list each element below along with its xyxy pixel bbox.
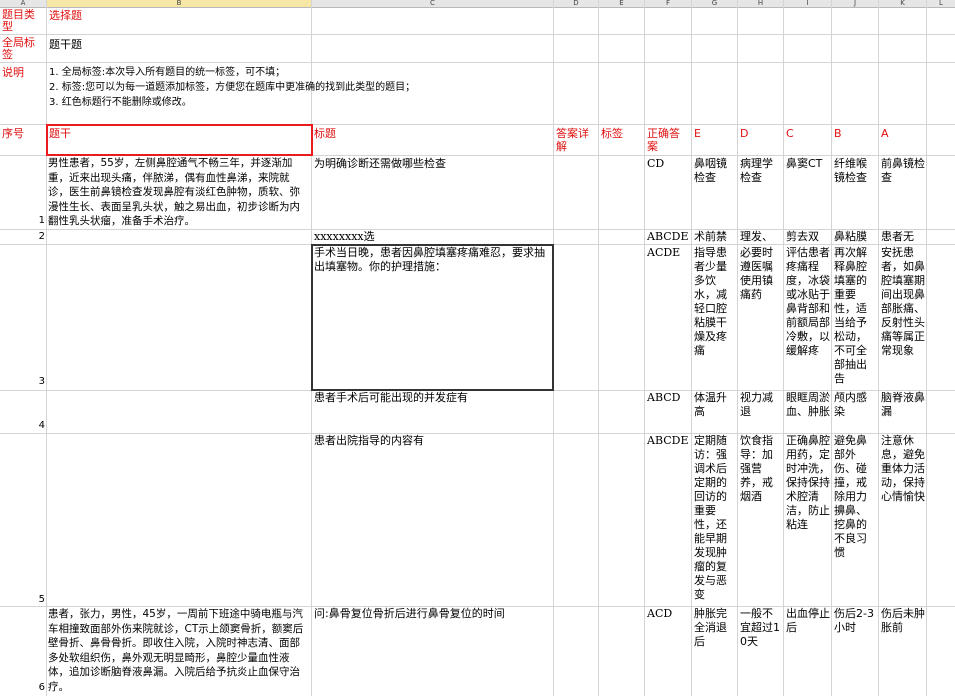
row6-option-d[interactable]: 一般不宜超过10天 (740, 607, 782, 695)
note-line-3: 3. 红色标题行不能删除或修改。 (49, 97, 192, 108)
header-option-b[interactable]: B (834, 127, 877, 141)
row-number[interactable]: 5 (35, 594, 45, 605)
column-header-i[interactable]: I (784, 0, 831, 7)
row1-option-e[interactable]: 鼻咽镜检查 (694, 157, 736, 227)
row3-title[interactable]: 手术当日晚，患者因鼻腔填塞疼痛难忍，要求抽出填塞物。你的护理措施： (314, 246, 551, 276)
type-value[interactable]: 选择题 (49, 9, 309, 23)
note-line-1: 1. 全局标签:本次导入所有题目的统一标签，可不填； (49, 67, 286, 78)
column-header-a[interactable]: A (0, 0, 46, 7)
row3-option-c[interactable]: 评估患者疼痛程度，冰袋或冰贴于鼻背部和前额局部冷敷，以缓解疼 (786, 246, 830, 389)
row6-option-b[interactable]: 伤后2-3小时 (834, 607, 877, 695)
row2-option-e[interactable]: 术前禁 (694, 230, 736, 244)
row2-option-d[interactable]: 理发、 (740, 230, 782, 244)
row1-option-a[interactable]: 前鼻镜检查 (881, 157, 925, 227)
row1-option-b[interactable]: 纤维喉镜检查 (834, 157, 877, 227)
header-option-c[interactable]: C (786, 127, 830, 141)
column-header-j[interactable]: J (832, 0, 878, 7)
column-header-c[interactable]: C (312, 0, 553, 7)
header-option-a[interactable]: A (881, 127, 925, 141)
row1-title[interactable]: 为明确诊断还需做哪些检查 (314, 157, 552, 171)
column-header-h[interactable]: H (738, 0, 783, 7)
column-header-k[interactable]: K (879, 0, 926, 7)
header-tag[interactable]: 标签 (601, 127, 643, 141)
row2-title[interactable]: xxxxxxxx选 (314, 230, 552, 244)
row3-option-e[interactable]: 指导患者少量多饮水，减轻口腔粘膜干燥及疼痛 (694, 246, 736, 389)
row4-option-b[interactable]: 颅内感染 (834, 391, 877, 432)
row2-option-a[interactable]: 患者无 (881, 230, 925, 244)
row2-option-c[interactable]: 剪去双 (786, 230, 830, 244)
row4-correct[interactable]: ABCD (647, 391, 691, 405)
row4-option-e[interactable]: 体温升高 (694, 391, 736, 432)
header-option-e[interactable]: E (694, 127, 736, 141)
row6-option-c[interactable]: 出血停止后 (786, 607, 830, 695)
tag-value[interactable]: 题干题 (49, 38, 309, 52)
row1-option-c[interactable]: 鼻窦CT (786, 157, 830, 227)
row4-option-c[interactable]: 眼眶周淤血、肿胀 (786, 391, 830, 432)
header-answer-detail[interactable]: 答案详解 (556, 127, 590, 155)
row5-option-e[interactable]: 定期随访：强调术后定期的回访的重要性，还能早期发现肿瘤的复发与恶变 (694, 434, 736, 605)
row3-option-b[interactable]: 再次解释鼻腔填塞的重要性，适当给予松动，不可全部抽出告 (834, 246, 877, 389)
note-line-2: 2. 标签:您可以为每一道题添加标签，方便您在题库中更准确的找到此类型的题目； (49, 82, 416, 93)
row-number[interactable]: 1 (35, 215, 45, 226)
row6-option-e[interactable]: 肿胀完全消退后 (694, 607, 736, 695)
row3-correct[interactable]: ACDE (647, 246, 691, 260)
type-label[interactable]: 题目类型 (2, 9, 44, 35)
row-number[interactable]: 6 (35, 682, 45, 693)
row6-correct[interactable]: ACD (647, 607, 691, 621)
row5-correct[interactable]: ABCDE (647, 434, 691, 448)
note-label[interactable]: 说明 (2, 66, 44, 80)
row4-option-d[interactable]: 视力减退 (740, 391, 782, 432)
column-header-f[interactable]: F (645, 0, 691, 7)
column-header-d[interactable]: D (554, 0, 598, 7)
row5-option-b[interactable]: 避免鼻部外伤、碰撞，戒除用力擤鼻、挖鼻的不良习惯 (834, 434, 877, 605)
header-seq[interactable]: 序号 (2, 127, 44, 141)
row2-option-b[interactable]: 鼻粘膜 (834, 230, 877, 244)
row5-option-c[interactable]: 正确鼻腔用药，定时冲洗，保持保持术腔清洁，防止粘连 (786, 434, 830, 605)
row4-option-a[interactable]: 脑脊液鼻漏 (881, 391, 925, 432)
row6-title[interactable]: 问:鼻骨复位骨折后进行鼻骨复位的时间 (314, 607, 552, 621)
tag-label[interactable]: 全局标签 (2, 37, 44, 63)
row1-option-d[interactable]: 病理学检查 (740, 157, 782, 227)
row5-title[interactable]: 患者出院指导的内容有 (314, 434, 552, 448)
row1-stem[interactable]: 男性患者，55岁，左侧鼻腔通气不畅三年，并逐渐加重，近来出现头痛，伴脓涕，偶有血… (48, 156, 310, 228)
row2-correct[interactable]: ABCDE (647, 230, 691, 244)
spreadsheet: A B C D E F G H I J K L 题目类型 选择题 全局标签 题干… (0, 0, 955, 696)
active-cell-selection (46, 124, 313, 156)
row4-title[interactable]: 患者手术后可能出现的并发症有 (314, 391, 552, 405)
row5-option-a[interactable]: 注意休息，避免重体力活动，保持心情愉快 (881, 434, 925, 605)
row5-option-d[interactable]: 饮食指导：加强营养，戒烟酒 (740, 434, 782, 605)
row3-option-a[interactable]: 安抚患者，如鼻腔填塞期间出现鼻部胀痛、反射性头痛等属正常现象 (881, 246, 925, 389)
row-number[interactable]: 3 (35, 376, 45, 387)
column-header-g[interactable]: G (692, 0, 737, 7)
column-header-l[interactable]: L (927, 0, 955, 7)
header-correct[interactable]: 正确答案 (647, 127, 689, 155)
row-number[interactable]: 4 (35, 420, 45, 431)
row3-option-d[interactable]: 必要时遵医嘱使用镇痛药 (740, 246, 782, 389)
row-number[interactable]: 2 (35, 231, 45, 242)
column-header-e[interactable]: E (599, 0, 644, 7)
column-header-b[interactable]: B (47, 0, 311, 7)
header-title[interactable]: 标题 (314, 127, 552, 141)
row6-stem[interactable]: 患者，张力，男性，45岁，一周前下班途中骑电瓶与汽车相撞致面部外伤来院就诊，CT… (48, 607, 310, 696)
row6-option-a[interactable]: 伤后未肿胀前 (881, 607, 925, 695)
row1-correct[interactable]: CD (647, 157, 691, 171)
header-option-d[interactable]: D (740, 127, 782, 141)
